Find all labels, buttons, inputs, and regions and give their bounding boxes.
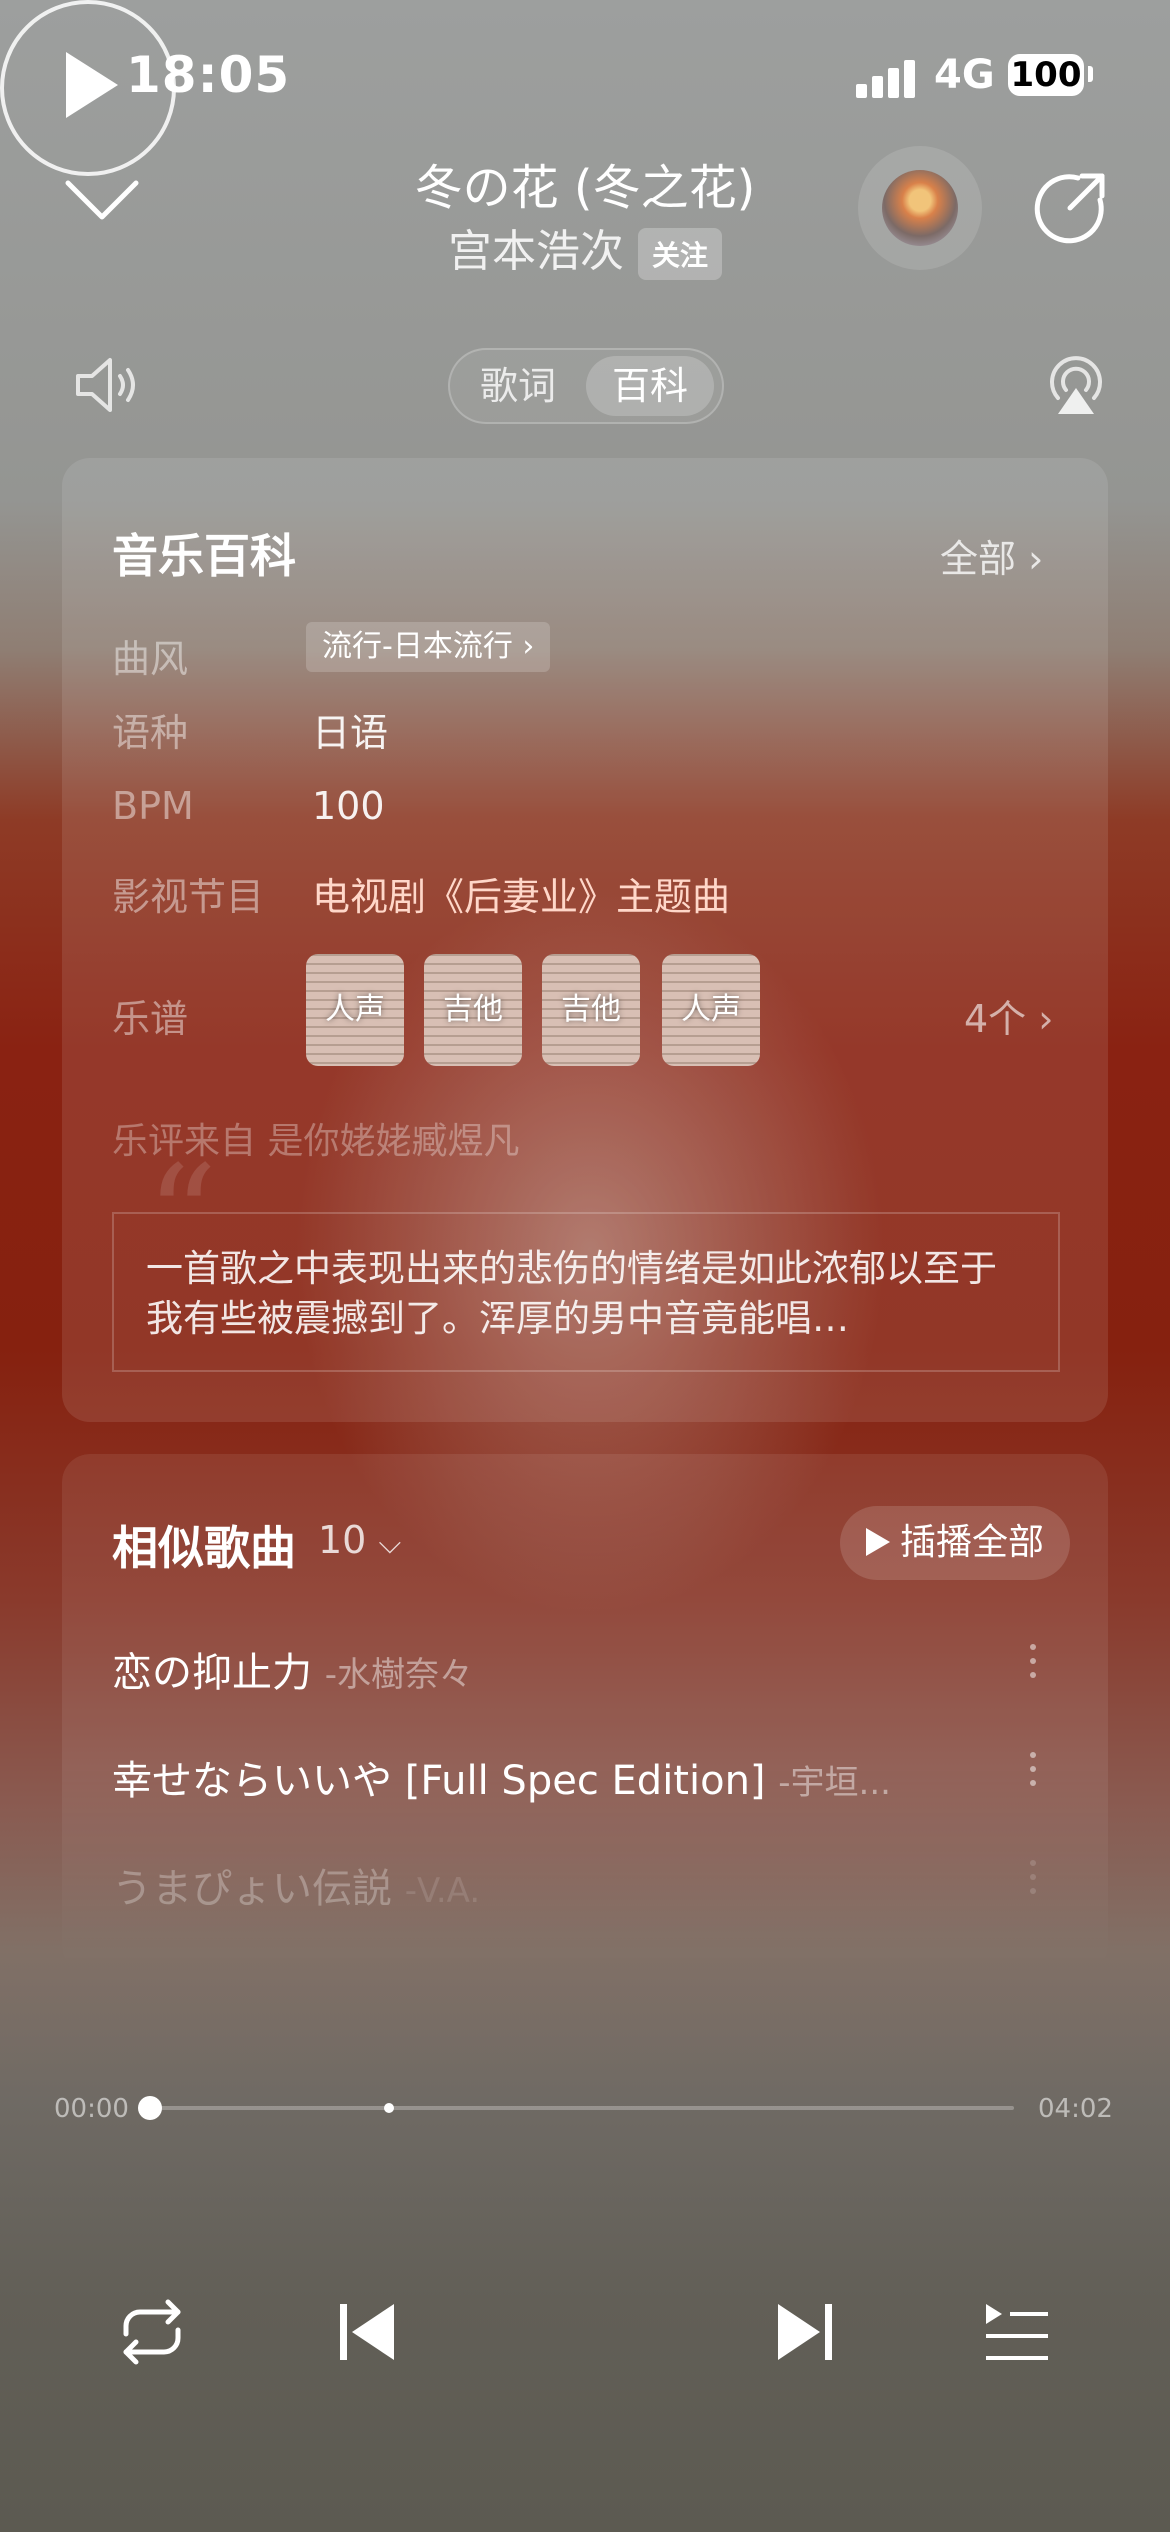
play-icon <box>66 52 118 118</box>
score-thumb[interactable]: 人声 <box>662 954 760 1066</box>
similar-count-dropdown[interactable]: 10 ⌵ <box>318 1518 401 1562</box>
view-switch: 歌词 百科 <box>448 348 724 424</box>
song-name: うまぴょい伝説 <box>112 1866 392 1912</box>
genre-value: 流行-日本流行 <box>322 629 513 664</box>
more-icon[interactable] <box>1028 1644 1038 1686</box>
score-count-link[interactable]: 4个 › <box>964 988 1053 1043</box>
similar-count: 10 <box>318 1518 367 1562</box>
score-count: 4个 <box>964 997 1027 1041</box>
list-item[interactable]: 恋の抑止力 -水樹奈々 <box>112 1640 473 1698</box>
genre-tag[interactable]: 流行-日本流行 › <box>306 622 551 672</box>
score-label: 乐谱 <box>112 997 189 1041</box>
list-item[interactable]: うまぴょい伝説 -V.A. <box>112 1856 480 1914</box>
status-time: 18:05 <box>126 46 291 104</box>
score-thumb[interactable]: 人声 <box>306 954 404 1066</box>
chevron-down-icon: ⌵ <box>378 1526 402 1561</box>
review-text: 一首歌之中表现出来的悲伤的情绪是如此浓郁以至于我有些被震撼到了。浑厚的男中音竟能… <box>146 1247 997 1340</box>
play-all-button[interactable]: 插播全部 <box>840 1506 1070 1580</box>
battery-tip <box>1088 66 1093 82</box>
speaker-icon[interactable] <box>72 350 142 420</box>
tv-label: 影视节目 <box>112 875 265 919</box>
network-label: 4G <box>934 52 995 98</box>
battery-icon: 100 <box>1008 54 1084 96</box>
language-value: 日语 <box>312 711 389 755</box>
genre-label: 曲风 <box>112 637 189 681</box>
tab-lyrics[interactable]: 歌词 <box>456 356 580 416</box>
playlist-icon[interactable] <box>984 2300 1050 2364</box>
list-item[interactable]: 幸せならいいや [Full Spec Edition] -宇垣... <box>112 1748 891 1806</box>
avatar[interactable] <box>858 146 982 270</box>
score-thumb[interactable]: 吉他 <box>542 954 640 1066</box>
tab-wiki[interactable]: 百科 <box>586 356 714 416</box>
progress-track[interactable] <box>150 2106 1014 2110</box>
share-icon[interactable] <box>1030 168 1110 248</box>
all-label: 全部 <box>940 537 1017 581</box>
airplay-icon[interactable] <box>1046 352 1106 416</box>
chevron-down-icon[interactable] <box>64 175 140 225</box>
song-artist: -V.A. <box>404 1871 481 1911</box>
song-artist: -宇垣... <box>778 1763 891 1803</box>
song-name: 恋の抑止力 <box>112 1650 312 1696</box>
play-all-label: 插播全部 <box>900 1522 1045 1563</box>
artist-row: 宫本浩次 关注 <box>300 215 870 280</box>
tv-value[interactable]: 电视剧《后妻业》主题曲 <box>312 866 730 921</box>
next-icon[interactable] <box>774 2300 834 2364</box>
chevron-right-icon: › <box>1028 537 1044 581</box>
more-icon[interactable] <box>1028 1752 1038 1794</box>
more-icon[interactable] <box>1028 1860 1038 1902</box>
repeat-icon[interactable] <box>112 2296 192 2368</box>
bpm-label: BPM <box>112 784 194 828</box>
wiki-all-link[interactable]: 全部 › <box>940 528 1043 583</box>
total-time: 04:02 <box>1038 2094 1113 2124</box>
wiki-title: 音乐百科 <box>112 529 296 583</box>
bpm-value: 100 <box>312 784 385 828</box>
chevron-right-icon: › <box>1038 997 1054 1041</box>
play-icon <box>866 1528 890 1556</box>
language-label: 语种 <box>112 711 189 755</box>
avatar-image <box>882 170 958 246</box>
artist-name[interactable]: 宫本浩次 <box>448 226 624 277</box>
current-time: 00:00 <box>54 2094 129 2124</box>
progress-marker <box>384 2103 394 2113</box>
song-name: 幸せならいいや [Full Spec Edition] <box>112 1758 766 1804</box>
score-thumb[interactable]: 吉他 <box>424 954 522 1066</box>
song-title: 冬の花 (冬之花) <box>414 160 756 216</box>
song-artist: -水樹奈々 <box>324 1655 473 1695</box>
similar-title: 相似歌曲 <box>112 1521 296 1575</box>
previous-icon[interactable] <box>338 2300 398 2364</box>
signal-icon <box>856 58 916 98</box>
progress-thumb[interactable] <box>138 2096 162 2120</box>
chevron-right-icon: › <box>522 629 535 664</box>
follow-button[interactable]: 关注 <box>637 228 722 280</box>
